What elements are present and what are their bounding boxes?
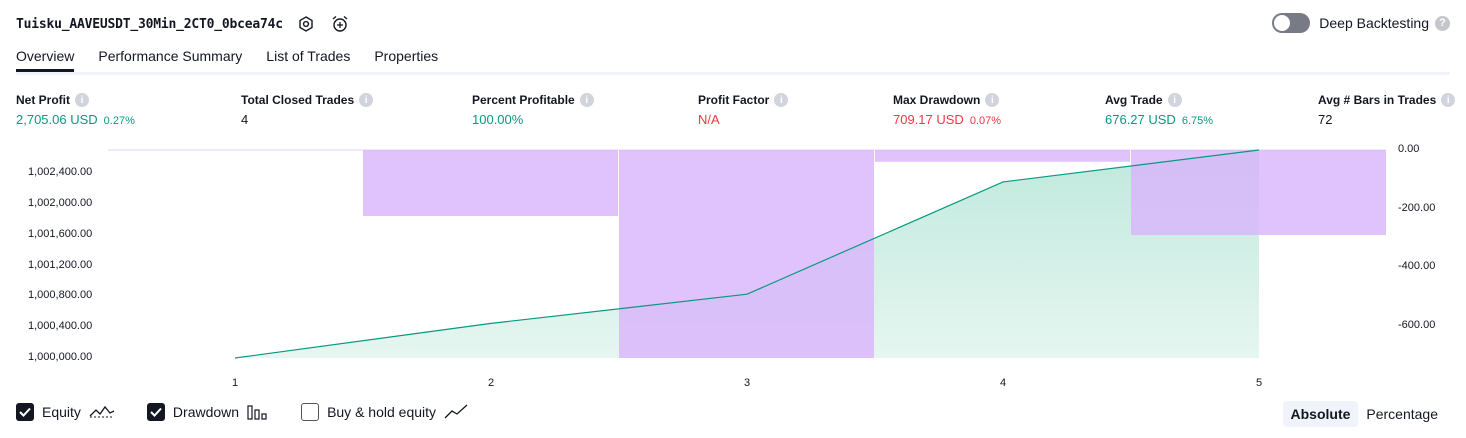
tab-properties[interactable]: Properties — [374, 48, 438, 72]
deep-backtesting-label: Deep Backtesting — [1319, 15, 1429, 31]
metric-percent: 0.07% — [969, 115, 1002, 127]
info-icon[interactable]: i — [985, 93, 1000, 107]
legend-drawdown[interactable]: Drawdown — [146, 403, 269, 421]
metric-value: 72 — [1318, 112, 1333, 127]
legend-label: Buy & hold equity — [327, 404, 437, 420]
metric-label: Total Closed Trades — [241, 93, 355, 107]
value-mode-toggle: Absolute Percentage — [1282, 401, 1447, 427]
tab-overview[interactable]: Overview — [16, 48, 75, 72]
buyhold-line-icon — [444, 404, 468, 420]
legend-equity[interactable]: Equity — [16, 403, 115, 421]
metric-label: Profit Factor — [698, 93, 770, 107]
right-axis-tick: -600.00 — [1398, 318, 1436, 331]
metric-label: Avg Trade — [1105, 93, 1163, 107]
drawdown-bar — [1131, 150, 1386, 236]
metric-percent: 6.75% — [1181, 115, 1214, 127]
metric-value: 676.27 USD — [1105, 112, 1176, 127]
right-axis-tick: -400.00 — [1398, 260, 1436, 273]
x-axis-tick: 3 — [743, 377, 751, 389]
absolute-button[interactable]: Absolute — [1282, 401, 1359, 427]
metric-avg-bars: Avg # Bars in Trades i 72 — [1318, 93, 1456, 127]
alarm-clock-icon[interactable] — [329, 13, 351, 35]
equity-line — [234, 149, 1260, 359]
buyhold-checkbox[interactable] — [301, 403, 320, 421]
tabs-divider — [16, 72, 1450, 75]
equity-checkbox[interactable] — [16, 403, 34, 421]
tab-performance-summary[interactable]: Performance Summary — [98, 48, 242, 72]
drawdown-bar — [875, 150, 1130, 162]
help-icon[interactable]: ? — [1435, 15, 1450, 31]
left-axis-tick: 1,000,800.00 — [28, 289, 93, 302]
legend-label: Drawdown — [172, 404, 240, 420]
metric-net-profit: Net Profit i 2,705.06 USD 0.27% — [16, 93, 135, 127]
metric-label: Avg # Bars in Trades — [1318, 93, 1437, 107]
metric-value: 2,705.06 USD — [16, 112, 98, 127]
left-axis-tick: 1,001,600.00 — [28, 227, 93, 240]
metric-label: Max Drawdown — [893, 93, 981, 107]
info-icon[interactable]: i — [774, 93, 789, 107]
strategy-header: Tuisku_AAVEUSDT_30Min_2CT0_0bcea74c — [16, 12, 351, 36]
deep-backtesting-toggle[interactable] — [1272, 13, 1311, 33]
drawdown-checkbox[interactable] — [146, 403, 165, 421]
right-axis-tick: -200.00 — [1398, 201, 1436, 214]
tab-bar: Overview Performance Summary List of Tra… — [16, 48, 462, 72]
metric-value: 709.17 USD — [893, 112, 964, 127]
left-axis-tick: 1,000,400.00 — [28, 320, 93, 333]
metric-avg-trade: Avg Trade i 676.27 USD 6.75% — [1105, 93, 1213, 127]
metric-total-closed-trades: Total Closed Trades i 4 — [241, 93, 374, 127]
drawdown-bars-icon — [247, 404, 269, 420]
settings-icon[interactable] — [295, 13, 317, 35]
metric-percent: 0.27% — [103, 115, 135, 127]
right-axis-tick: 0.00 — [1398, 143, 1420, 155]
metric-label: Net Profit — [16, 93, 70, 107]
strategy-title: Tuisku_AAVEUSDT_30Min_2CT0_0bcea74c — [16, 16, 283, 32]
left-axis-tick: 1,001,200.00 — [28, 258, 93, 271]
percentage-button[interactable]: Percentage — [1358, 401, 1446, 427]
metric-value: 100.00% — [472, 112, 524, 127]
drawdown-bar — [363, 150, 618, 216]
info-icon[interactable]: i — [579, 93, 594, 107]
deep-backtesting: Deep Backtesting ? — [1272, 13, 1450, 33]
left-axis-tick: 1,002,000.00 — [28, 197, 93, 210]
metric-value: N/A — [698, 112, 720, 127]
metric-max-drawdown: Max Drawdown i 709.17 USD 0.07% — [893, 93, 1001, 127]
metric-value: 4 — [241, 112, 249, 127]
equity-area — [235, 150, 1259, 358]
tab-list-of-trades[interactable]: List of Trades — [266, 48, 350, 72]
metric-profit-factor: Profit Factor i N/A — [698, 93, 789, 127]
legend-buy-hold[interactable]: Buy & hold equity — [301, 403, 468, 421]
left-axis-tick: 1,000,000.00 — [28, 351, 93, 363]
metric-percent-profitable: Percent Profitable i 100.00% — [472, 93, 594, 127]
equity-line-icon — [89, 404, 115, 420]
left-axis-tick: 1,002,400.00 — [28, 166, 93, 179]
info-icon[interactable]: i — [359, 93, 374, 107]
x-axis-tick: 5 — [1255, 377, 1263, 389]
metric-label: Percent Profitable — [472, 93, 575, 107]
info-icon[interactable]: i — [1441, 93, 1456, 107]
chart-legend: Equity Drawdown Buy & hold equity — [16, 403, 500, 421]
info-icon[interactable]: i — [75, 93, 89, 107]
x-axis-tick: 1 — [231, 377, 239, 389]
info-icon[interactable]: i — [1167, 93, 1182, 107]
toggle-knob — [1274, 15, 1291, 31]
x-axis-tick: 4 — [999, 377, 1007, 389]
legend-label: Equity — [42, 404, 81, 420]
x-axis-tick: 2 — [487, 377, 495, 389]
drawdown-bar — [619, 150, 874, 358]
